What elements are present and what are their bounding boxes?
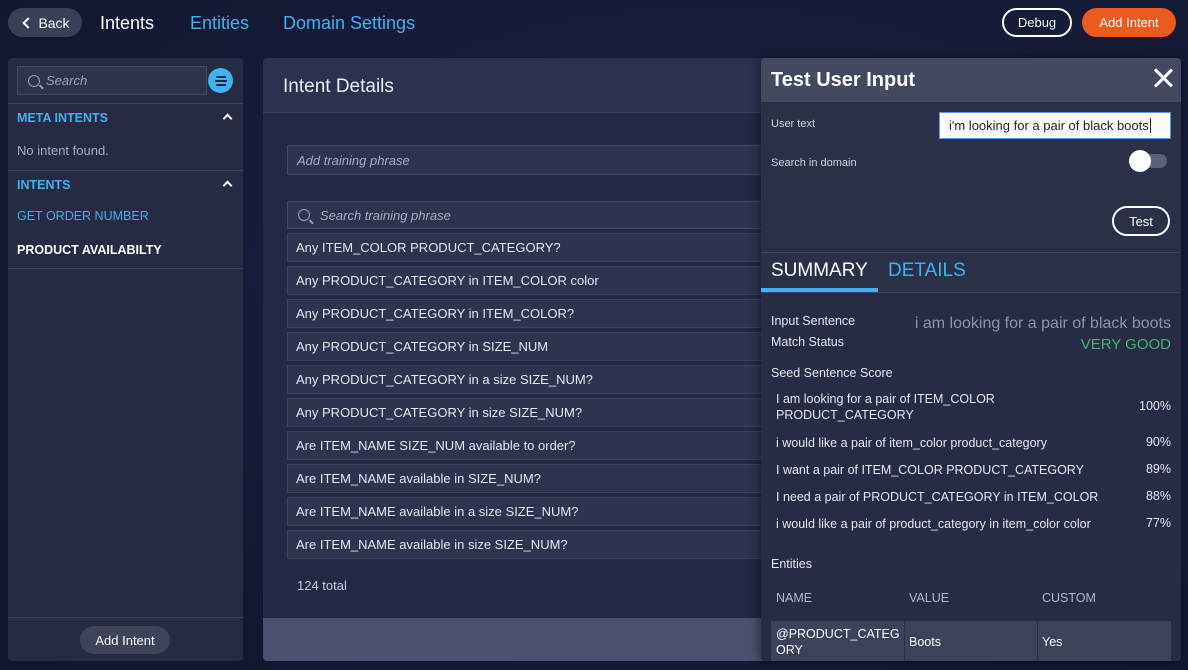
sidebar-footer: Add Intent (8, 617, 243, 661)
score-sentence: I am looking for a pair of ITEM_COLOR PR… (776, 392, 995, 422)
search-icon (28, 74, 40, 87)
score-row: i would like a pair of item_color produc… (776, 435, 1171, 451)
chevron-left-icon (22, 16, 35, 29)
chevron-up-icon (222, 113, 233, 124)
search-phrase-placeholder: Search training phrase (320, 207, 451, 223)
close-icon[interactable] (1153, 68, 1173, 88)
search-training-phrase-input[interactable]: Search training phrase (287, 201, 783, 229)
test-panel-title: Test User Input (771, 69, 916, 91)
training-phrase-row[interactable]: Are ITEM_NAME available in a size SIZE_N… (287, 497, 783, 526)
match-status-label: Match Status (771, 335, 844, 349)
intents-header[interactable]: INTENTS (8, 170, 243, 198)
tab-summary[interactable]: SUMMARY (771, 260, 868, 282)
debug-button[interactable]: Debug (1002, 8, 1072, 37)
training-phrase-row[interactable]: Any PRODUCT_CATEGORY in SIZE_NUM (287, 332, 783, 361)
entity-column-custom: CUSTOM (1042, 591, 1096, 605)
cell-divider (1037, 621, 1038, 661)
meta-intents-empty: No intent found. (17, 143, 109, 158)
sidebar-search-input[interactable]: Search (17, 66, 207, 95)
user-text-value: i'm looking for a pair of black boots (949, 118, 1149, 133)
training-phrase-row[interactable]: Any ITEM_COLOR PRODUCT_CATEGORY? (287, 233, 783, 262)
phrase-total-count: 124 total (297, 578, 347, 593)
entity-value: Boots (909, 634, 941, 649)
score-row: I want a pair of ITEM_COLOR PRODUCT_CATE… (776, 462, 1171, 478)
sidebar-search-placeholder: Search (46, 73, 88, 88)
toggle-knob (1129, 150, 1151, 172)
score-percent: 100% (1139, 399, 1171, 413)
training-phrase-row[interactable]: Any PRODUCT_CATEGORY in size SIZE_NUM? (287, 398, 783, 427)
meta-intents-heading: META INTENTS (17, 110, 108, 125)
score-percent: 89% (1145, 462, 1171, 476)
search-icon (298, 209, 310, 221)
score-sentence: i would like a pair of product_category … (776, 517, 1091, 531)
tab-details[interactable]: DETAILS (888, 260, 966, 282)
score-percent: 90% (1145, 435, 1171, 449)
search-in-domain-toggle[interactable] (1129, 150, 1167, 172)
input-sentence-value: i am looking for a pair of black boots (914, 315, 1171, 332)
seed-sentence-score-label: Seed Sentence Score (771, 366, 893, 380)
top-bar: Back Intents Entities Domain Settings De… (0, 0, 1188, 46)
test-user-input-panel: Test User Input User text i'm looking fo… (761, 58, 1181, 661)
training-phrase-row[interactable]: Are ITEM_NAME SIZE_NUM available to orde… (287, 431, 783, 460)
training-phrase-row[interactable]: Any PRODUCT_CATEGORY in a size SIZE_NUM? (287, 365, 783, 394)
score-row: i would like a pair of product_category … (776, 516, 1171, 532)
meta-intents-header[interactable]: META INTENTS (8, 103, 243, 131)
nav-domain-settings[interactable]: Domain Settings (283, 13, 415, 34)
nav-intents[interactable]: Intents (100, 13, 154, 34)
tabs-divider (761, 252, 1181, 253)
text-cursor (1149, 118, 1151, 133)
filter-button[interactable] (208, 68, 233, 93)
entity-column-value: VALUE (909, 591, 950, 605)
score-sentence: i would like a pair of item_color produc… (776, 436, 1047, 450)
back-label: Back (38, 14, 70, 31)
intent-details-panel: Intent Details Add training phrase Searc… (263, 58, 783, 661)
intent-details-footer (263, 618, 783, 661)
entities-label: Entities (771, 557, 812, 571)
filter-icon (215, 75, 226, 78)
chevron-up-icon (222, 180, 233, 191)
training-phrase-row[interactable]: Are ITEM_NAME available in size SIZE_NUM… (287, 530, 783, 559)
training-phrase-list: Any ITEM_COLOR PRODUCT_CATEGORY? Any PRO… (287, 233, 783, 563)
test-button[interactable]: Test (1112, 206, 1170, 236)
entity-custom: Yes (1042, 634, 1063, 649)
user-text-input[interactable]: i'm looking for a pair of black boots (939, 112, 1171, 139)
sidebar-divider (8, 268, 243, 269)
sidebar-item-get-order-number[interactable]: GET ORDER NUMBER (17, 209, 149, 223)
score-sentence: I need a pair of PRODUCT_CATEGORY in ITE… (776, 490, 1099, 504)
page-title: Intent Details (283, 76, 394, 97)
entity-column-name: NAME (776, 591, 813, 605)
back-button[interactable]: Back (8, 8, 82, 37)
training-phrase-row[interactable]: Any PRODUCT_CATEGORY in ITEM_COLOR color (287, 266, 783, 295)
score-percent: 77% (1145, 516, 1171, 530)
add-intent-button[interactable]: Add Intent (1082, 8, 1176, 37)
intent-sidebar: Search META INTENTS No intent found. INT… (8, 58, 243, 661)
intents-heading: INTENTS (17, 177, 71, 192)
add-training-phrase-input[interactable]: Add training phrase (287, 145, 783, 175)
input-sentence-label: Input Sentence (771, 314, 856, 328)
nav-entities[interactable]: Entities (190, 13, 249, 34)
entity-name: @PRODUCT_CATEG ORY (776, 626, 900, 657)
score-sentence: I want a pair of ITEM_COLOR PRODUCT_CATE… (776, 463, 1084, 477)
cell-divider (904, 621, 905, 661)
score-row: I need a pair of PRODUCT_CATEGORY in ITE… (776, 489, 1171, 505)
summary-content: Input Sentence i am looking for a pair o… (761, 292, 1181, 661)
score-percent: 88% (1145, 489, 1171, 503)
match-status-value: VERY GOOD (1080, 336, 1171, 353)
sidebar-add-intent-button[interactable]: Add Intent (80, 626, 170, 654)
training-phrase-row[interactable]: Are ITEM_NAME available in SIZE_NUM? (287, 464, 783, 493)
intent-details-header: Intent Details (263, 58, 783, 113)
search-in-domain-label: Search in domain (771, 157, 857, 169)
sidebar-item-product-availability[interactable]: PRODUCT AVAILABILTY (17, 243, 162, 257)
score-row: I am looking for a pair of ITEM_COLOR PR… (776, 391, 1171, 423)
entity-row: @PRODUCT_CATEG ORY Boots Yes (771, 621, 1171, 661)
user-text-label: User text (771, 118, 816, 130)
training-phrase-row[interactable]: Any PRODUCT_CATEGORY in ITEM_COLOR? (287, 299, 783, 328)
test-panel-header: Test User Input (761, 58, 1181, 102)
